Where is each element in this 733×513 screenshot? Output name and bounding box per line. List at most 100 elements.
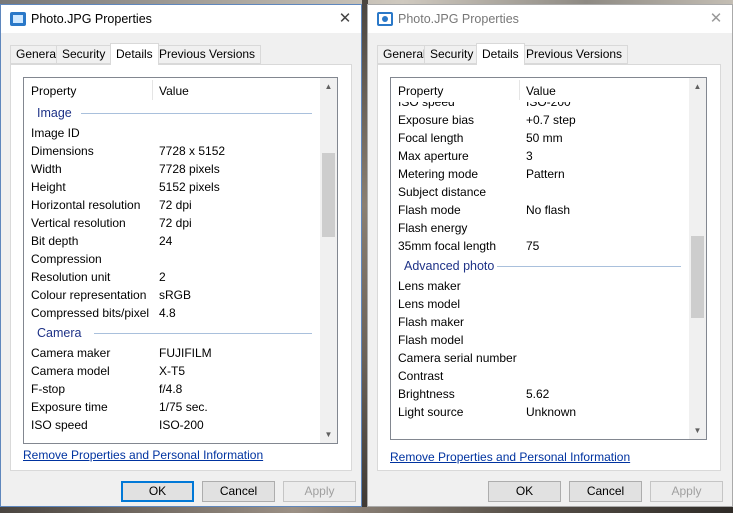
table-row[interactable]: ISO speed ISO-200	[391, 102, 689, 111]
ok-button[interactable]: OK	[121, 481, 194, 502]
table-row[interactable]: Resolution unit 2	[24, 268, 320, 286]
dialog-buttons: OK Cancel Apply	[488, 481, 728, 504]
close-button[interactable]: ✕	[706, 9, 726, 29]
property-name: Dimensions	[31, 144, 94, 158]
scroll-down-arrow-icon[interactable]: ▼	[320, 426, 337, 443]
property-value: sRGB	[159, 288, 192, 302]
table-row[interactable]: Vertical resolution 72 dpi	[24, 214, 320, 232]
scrollbar-thumb[interactable]	[691, 236, 704, 318]
table-row[interactable]: Flash energy	[391, 219, 689, 237]
property-value: FUJIFILM	[159, 346, 212, 360]
table-row[interactable]: Metering mode Pattern	[391, 165, 689, 183]
property-value: 7728 pixels	[159, 162, 220, 176]
property-name: Brightness	[398, 387, 455, 401]
table-row[interactable]: Lens maker	[391, 277, 689, 295]
table-row[interactable]: Light source Unknown	[391, 403, 689, 421]
column-divider[interactable]	[519, 80, 520, 100]
title-bar[interactable]: Photo.JPG Properties ✕	[368, 5, 732, 33]
column-header-property[interactable]: Property	[31, 84, 76, 98]
apply-button[interactable]: Apply	[283, 481, 356, 502]
column-header-value[interactable]: Value	[526, 84, 556, 98]
title-bar[interactable]: Photo.JPG Properties ✕	[1, 5, 361, 33]
table-row[interactable]: Colour representation sRGB	[24, 286, 320, 304]
property-value: 72 dpi	[159, 198, 192, 212]
property-value: 50 mm	[526, 131, 563, 145]
table-row[interactable]: F-stop f/4.8	[24, 380, 320, 398]
details-panel: Property Value Image Image ID Dimensions…	[10, 64, 352, 471]
close-button[interactable]: ✕	[335, 9, 355, 29]
table-row[interactable]: Bit depth 24	[24, 232, 320, 250]
tab-details[interactable]: Details	[476, 43, 525, 65]
ok-button[interactable]: OK	[488, 481, 561, 502]
table-row[interactable]: Brightness 5.62	[391, 385, 689, 403]
table-row[interactable]: Image ID	[24, 124, 320, 142]
table-row[interactable]: Subject distance	[391, 183, 689, 201]
table-row[interactable]: Camera maker FUJIFILM	[24, 344, 320, 362]
property-name: F-stop	[31, 382, 66, 396]
table-row[interactable]: Exposure bias +0.7 step	[391, 111, 689, 129]
list-header: Property Value	[391, 78, 689, 102]
table-row[interactable]: Height 5152 pixels	[24, 178, 320, 196]
table-row[interactable]: Flash model	[391, 331, 689, 349]
remove-properties-link[interactable]: Remove Properties and Personal Informati…	[390, 450, 630, 464]
property-name: Light source	[398, 405, 464, 419]
apply-button[interactable]: Apply	[650, 481, 723, 502]
property-value: 5.62	[526, 387, 550, 401]
tab-security[interactable]: Security	[424, 45, 480, 64]
table-row[interactable]: Compression	[24, 250, 320, 268]
property-name: Exposure bias	[398, 113, 475, 127]
property-name: Vertical resolution	[31, 216, 126, 230]
scroll-down-arrow-icon[interactable]: ▼	[689, 422, 706, 439]
table-row[interactable]: Width 7728 pixels	[24, 160, 320, 178]
table-row[interactable]: ISO speed ISO-200	[24, 416, 320, 434]
property-name: Lens model	[398, 297, 461, 311]
property-value: 1/75 sec.	[159, 400, 208, 414]
tab-previous-versions[interactable]: Previous Versions	[153, 45, 262, 64]
property-name: Flash mode	[398, 203, 461, 217]
property-name: Flash maker	[398, 315, 465, 329]
table-row[interactable]: Exposure time 1/75 sec.	[24, 398, 320, 416]
tab-security[interactable]: Security	[56, 45, 112, 64]
cancel-button[interactable]: Cancel	[569, 481, 642, 502]
table-row[interactable]: Horizontal resolution 72 dpi	[24, 196, 320, 214]
table-row[interactable]: Flash mode No flash	[391, 201, 689, 219]
cancel-button[interactable]: Cancel	[202, 481, 275, 502]
remove-properties-link[interactable]: Remove Properties and Personal Informati…	[23, 448, 263, 462]
photo-file-icon	[377, 12, 393, 26]
table-row[interactable]: Camera model X-T5	[24, 362, 320, 380]
properties-window-right: Photo.JPG Properties ✕ General Security …	[367, 4, 733, 507]
property-name: Flash model	[398, 333, 464, 347]
properties-list[interactable]: Property Value Image Image ID Dimensions…	[23, 77, 338, 444]
table-row[interactable]: Max aperture 3	[391, 147, 689, 165]
column-header-property[interactable]: Property	[398, 84, 443, 98]
scroll-up-arrow-icon[interactable]: ▲	[689, 78, 706, 95]
table-row[interactable]: 35mm focal length 75	[391, 237, 689, 255]
property-name: Metering mode	[398, 167, 479, 181]
property-name: Compression	[31, 252, 102, 266]
scrollbar-thumb[interactable]	[322, 153, 335, 237]
scroll-up-arrow-icon[interactable]: ▲	[320, 78, 337, 95]
property-name: ISO speed	[398, 102, 455, 109]
table-row[interactable]: Camera serial number	[391, 349, 689, 367]
table-row[interactable]: Dimensions 7728 x 5152	[24, 142, 320, 160]
property-value: ISO-200	[159, 418, 204, 432]
table-row[interactable]: Focal length 50 mm	[391, 129, 689, 147]
tab-previous-versions[interactable]: Previous Versions	[520, 45, 629, 64]
vertical-scrollbar[interactable]: ▲ ▼	[689, 78, 706, 439]
table-row[interactable]: Compressed bits/pixel 4.8	[24, 304, 320, 322]
background-bottom-strip	[0, 507, 733, 513]
property-name: Width	[31, 162, 62, 176]
table-row[interactable]: Lens model	[391, 295, 689, 313]
property-name: Exposure time	[31, 400, 108, 414]
column-header-value[interactable]: Value	[159, 84, 189, 98]
table-row[interactable]: Flash maker	[391, 313, 689, 331]
property-name: Camera model	[31, 364, 110, 378]
tab-details[interactable]: Details	[110, 43, 159, 65]
photo-file-icon	[10, 12, 26, 26]
table-row[interactable]: Contrast	[391, 367, 689, 385]
column-divider[interactable]	[152, 80, 153, 100]
properties-list[interactable]: Property Value ISO speed ISO-200 Exposure…	[390, 77, 707, 440]
property-value: Pattern	[526, 167, 565, 181]
vertical-scrollbar[interactable]: ▲ ▼	[320, 78, 337, 443]
group-line	[81, 113, 312, 114]
